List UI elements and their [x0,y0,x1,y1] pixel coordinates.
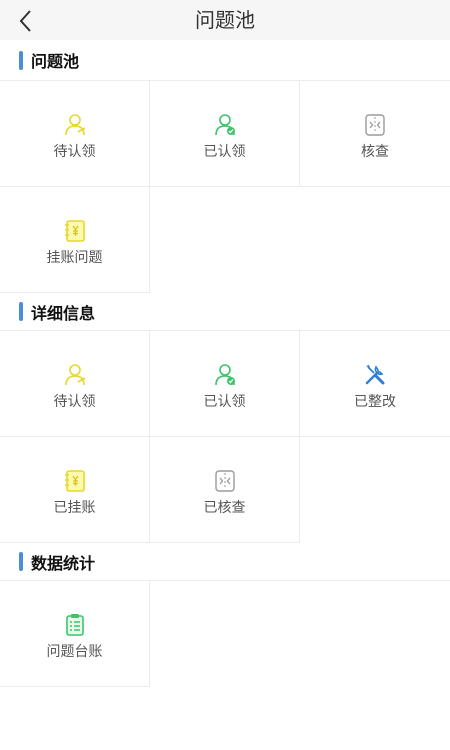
menu-item-verified[interactable]: 已核查 [150,437,300,543]
section-problem-pool: 问题池 待认领 已认领 核查 挂账问题 [0,40,450,293]
section-details: 详细信息 待认领 已认领 已整改 已挂账 已核查 [0,293,450,543]
person-pending-icon [64,363,85,385]
menu-item-pending-claim[interactable]: 待认领 [0,81,150,187]
header: 问题池 [0,0,450,40]
section-title: 问题池 [31,52,80,71]
person-claimed-icon [214,363,235,385]
menu-item-label: 已核查 [203,499,246,516]
menu-item-verify[interactable]: 核查 [300,81,450,187]
ledger-icon [64,469,85,492]
ledger-icon [64,219,85,242]
menu-item-label: 已认领 [203,393,246,410]
section-header: 数据统计 [0,543,450,580]
clipboard-icon [65,613,84,636]
menu-item-ledgered[interactable]: 已挂账 [0,437,150,543]
menu-item-claimed[interactable]: 已认领 [150,81,300,187]
menu-item-label: 待认领 [53,143,96,160]
section-statistics: 数据统计 问题台账 [0,543,450,687]
section-header: 详细信息 [0,293,450,330]
person-pending-icon [64,113,85,135]
menu-item-label: 待认领 [53,393,96,410]
verify-icon [214,469,235,492]
person-claimed-icon [214,113,235,135]
section-header: 问题池 [0,40,450,80]
menu-item-rectified[interactable]: 已整改 [300,331,450,437]
verify-icon [365,113,385,136]
menu-grid: 问题台账 [0,580,450,687]
menu-item-issue-ledger[interactable]: 问题台账 [0,581,150,687]
menu-item-pending-claim[interactable]: 待认领 [0,331,150,437]
menu-item-label: 已认领 [203,143,246,160]
section-accent-bar [19,302,23,321]
menu-item-claimed[interactable]: 已认领 [150,331,300,437]
section-title: 数据统计 [31,553,96,573]
page-title: 问题池 [195,8,255,32]
menu-item-label: 已整改 [354,393,396,410]
section-accent-bar [19,552,23,571]
menu-grid: 待认领 已认领 已整改 已挂账 已核查 [0,330,450,543]
menu-item-label: 已挂账 [53,499,96,516]
menu-grid: 待认领 已认领 核查 挂账问题 [0,80,450,293]
section-title: 详细信息 [31,303,96,323]
menu-item-label: 挂账问题 [46,249,103,266]
tools-icon [365,364,385,384]
menu-item-label: 问题台账 [46,643,103,660]
menu-item-label: 核查 [361,143,389,160]
menu-item-ledger-issues[interactable]: 挂账问题 [0,187,150,293]
section-accent-bar [19,50,23,70]
